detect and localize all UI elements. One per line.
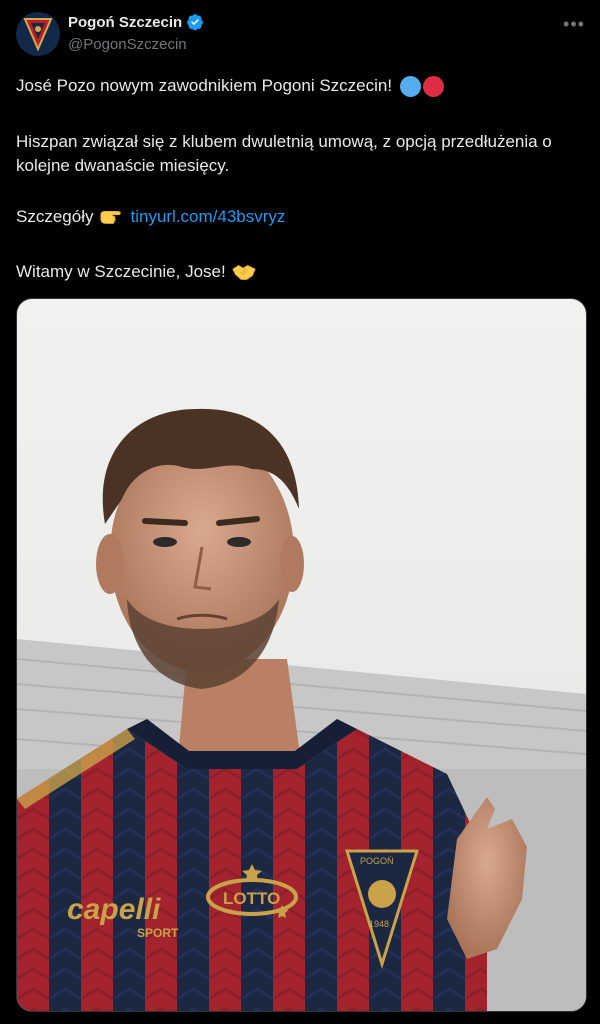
player-photo-illustration: capelli SPORT LOTTO POGOŃ 1948 — [17, 408, 586, 1011]
tweet: Pogoń Szczecin @PogonSzczecin ••• José P… — [0, 0, 600, 1024]
avatar[interactable] — [16, 12, 60, 56]
author-display-name[interactable]: Pogoń Szczecin — [68, 14, 182, 31]
pointing-right-icon — [100, 211, 122, 224]
tweet-details-line: Szczegóły tinyurl.com/43bsvryz — [16, 205, 582, 229]
welcome-text: Witamy w Szczecinie, Jose! — [16, 262, 226, 281]
crest-year-text: 1948 — [369, 919, 389, 929]
tweet-photo[interactable]: capelli SPORT LOTTO POGOŃ 1948 — [16, 298, 587, 1012]
details-label: Szczegóły — [16, 207, 94, 226]
author-handle[interactable]: @PogonSzczecin — [68, 36, 187, 53]
crest-top-text: POGOŃ — [360, 856, 394, 866]
three-dots-icon: ••• — [563, 13, 585, 34]
more-options-button[interactable]: ••• — [562, 12, 586, 36]
kit-sponsor-sub: SPORT — [137, 926, 179, 940]
kit-sponsor-logo: capelli — [67, 893, 161, 926]
handshake-icon — [232, 264, 256, 280]
tweet-line-1: José Pozo nowym zawodnikiem Pogoni Szcze… — [16, 74, 582, 98]
club-crest-icon — [23, 18, 53, 51]
details-link[interactable]: tinyurl.com/43bsvryz — [130, 205, 285, 229]
shirt-sponsor-logo: LOTTO — [223, 889, 280, 908]
verified-badge-icon — [187, 14, 204, 31]
tweet-welcome-line: Witamy w Szczecinie, Jose! — [16, 260, 582, 284]
red-circle-icon — [423, 75, 445, 97]
blue-circle-icon — [400, 75, 422, 97]
tweet-paragraph: Hiszpan związał się z klubem dwuletnią u… — [16, 132, 552, 175]
author-name-row: Pogoń Szczecin — [68, 13, 204, 31]
tweet-headline: José Pozo nowym zawodnikiem Pogoni Szcze… — [16, 76, 393, 95]
